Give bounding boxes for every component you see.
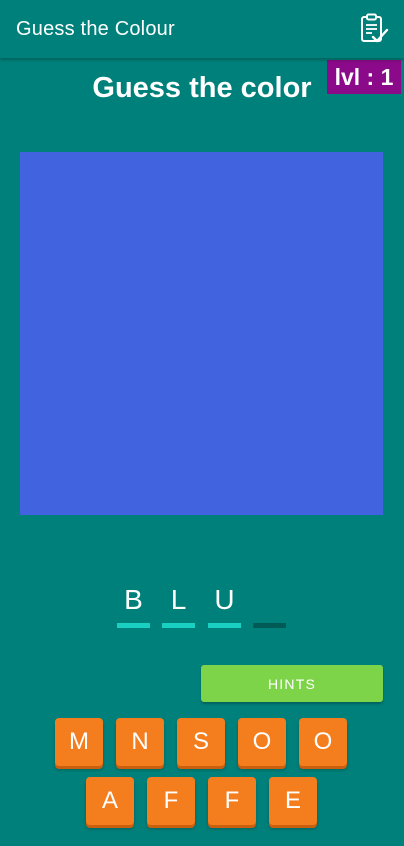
level-badge: lvl : 1: [327, 60, 401, 94]
letter-key[interactable]: O: [299, 718, 347, 766]
letter-key[interactable]: S: [177, 718, 225, 766]
letter-key[interactable]: E: [269, 777, 317, 825]
slot-underline: [162, 623, 195, 628]
answer-letter: U: [214, 584, 235, 615]
letter-key[interactable]: F: [208, 777, 256, 825]
answer-slot[interactable]: [253, 584, 286, 632]
app-bar: Guess the Colour: [0, 0, 404, 58]
answer-letter: L: [170, 584, 187, 615]
answer-letter: B: [124, 584, 143, 615]
app-title: Guess the Colour: [16, 18, 175, 40]
slot-underline: [253, 623, 286, 628]
hints-button[interactable]: HINTS: [201, 665, 383, 702]
letter-key[interactable]: O: [238, 718, 286, 766]
color-swatch: [20, 152, 383, 515]
letter-key[interactable]: A: [86, 777, 134, 825]
slot-underline: [117, 623, 150, 628]
letter-key[interactable]: F: [147, 777, 195, 825]
answer-slot[interactable]: U: [208, 584, 241, 632]
clipboard-check-icon[interactable]: [356, 12, 390, 46]
letter-key[interactable]: M: [55, 718, 103, 766]
slot-underline: [208, 623, 241, 628]
letter-key[interactable]: N: [116, 718, 164, 766]
answer-slot[interactable]: B: [117, 584, 150, 632]
answer-slot[interactable]: L: [162, 584, 195, 632]
